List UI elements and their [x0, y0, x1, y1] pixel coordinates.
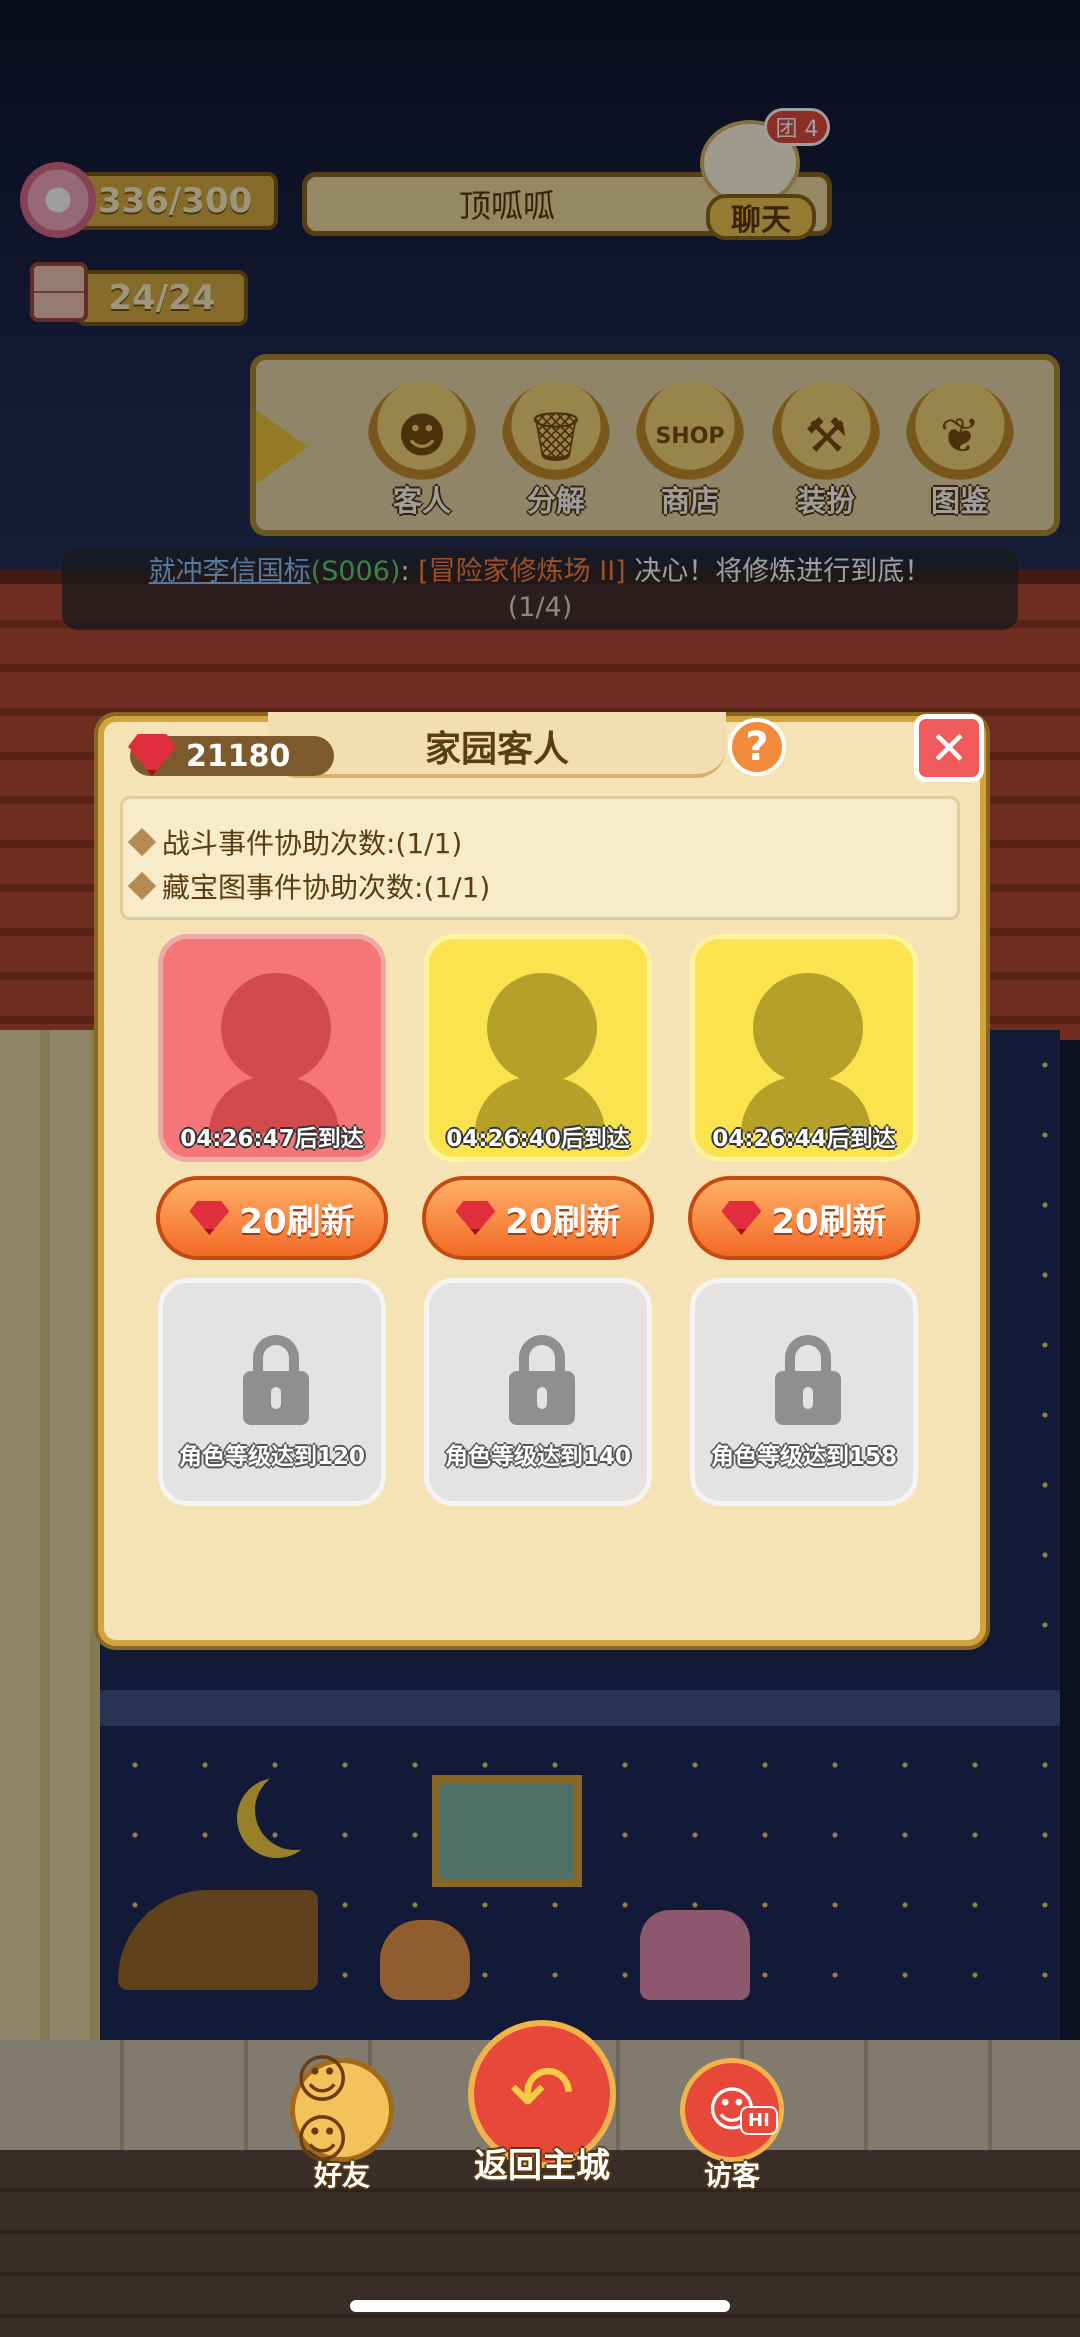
diamond-bullet-icon — [127, 871, 157, 901]
assist-battle-count: 战斗事件协助次数:(1/1) — [162, 827, 463, 860]
gem-icon — [455, 1201, 496, 1235]
lock-body — [775, 1371, 841, 1425]
diamond-bullet-icon — [127, 827, 157, 857]
guest-silhouette-icon — [475, 973, 605, 1133]
assist-info-line: 战斗事件协助次数:(1/1) — [127, 822, 463, 862]
silhouette-head — [487, 973, 597, 1083]
visitors-label: 访客 — [703, 2159, 760, 2192]
guest-arrival-time: 04:26:47后到达 — [180, 1126, 364, 1152]
friends-label: 好友 — [313, 2159, 370, 2192]
assist-info-line: 藏宝图事件协助次数:(1/1) — [127, 866, 491, 906]
guest-silhouette-icon — [209, 973, 339, 1133]
locked-guest-slot[interactable]: 角色等级达到158 — [690, 1278, 918, 1506]
lock-body — [509, 1371, 575, 1425]
visitors-button[interactable]: ☺ HI 访客 — [676, 2058, 788, 2192]
lock-icon — [243, 1335, 309, 1425]
assist-treasure-count: 藏宝图事件协助次数:(1/1) — [162, 871, 491, 904]
guest-slot[interactable]: 04:26:47后到达 — [158, 934, 386, 1162]
guest-arrival-time: 04:26:44后到达 — [712, 1126, 896, 1152]
return-main-city-label: 返回主城 — [474, 2146, 610, 2186]
friends-icon: ☺☺ — [290, 2050, 394, 2170]
return-main-city-button[interactable]: ↶ 返回主城 — [458, 2020, 626, 2190]
unlock-requirement: 角色等级达到140 — [444, 1444, 631, 1470]
locked-guest-slot[interactable]: 角色等级达到140 — [424, 1278, 652, 1506]
lock-icon — [775, 1335, 841, 1425]
help-button[interactable]: ? — [728, 718, 786, 776]
refresh-label: 20刷新 — [239, 1201, 355, 1242]
guest-slot[interactable]: 04:26:44后到达 — [690, 934, 918, 1162]
close-button[interactable]: ✕ — [914, 714, 984, 782]
silhouette-head — [221, 973, 331, 1083]
unlock-requirement: 角色等级达到120 — [178, 1444, 365, 1470]
lock-icon — [509, 1335, 575, 1425]
silhouette-head — [753, 973, 863, 1083]
gem-icon — [721, 1201, 762, 1235]
guest-arrival-time: 04:26:40后到达 — [446, 1126, 630, 1152]
gem-balance-value: 21180 — [186, 738, 291, 774]
refresh-label: 20刷新 — [771, 1201, 887, 1242]
home-indicator[interactable] — [350, 2300, 730, 2312]
guest-silhouette-icon — [741, 973, 871, 1133]
gem-icon — [189, 1201, 230, 1235]
refresh-guest-button[interactable]: 20刷新 — [688, 1176, 920, 1260]
refresh-guest-button[interactable]: 20刷新 — [422, 1176, 654, 1260]
unlock-requirement: 角色等级达到158 — [710, 1444, 897, 1470]
locked-guest-slot[interactable]: 角色等级达到120 — [158, 1278, 386, 1506]
refresh-guest-button[interactable]: 20刷新 — [156, 1176, 388, 1260]
guest-slot[interactable]: 04:26:40后到达 — [424, 934, 652, 1162]
hi-badge: HI — [740, 2106, 778, 2135]
friends-button[interactable]: ☺☺ 好友 — [286, 2050, 398, 2192]
dialog-title: 家园客人 — [424, 729, 569, 770]
refresh-label: 20刷新 — [505, 1201, 621, 1242]
lock-body — [243, 1371, 309, 1425]
